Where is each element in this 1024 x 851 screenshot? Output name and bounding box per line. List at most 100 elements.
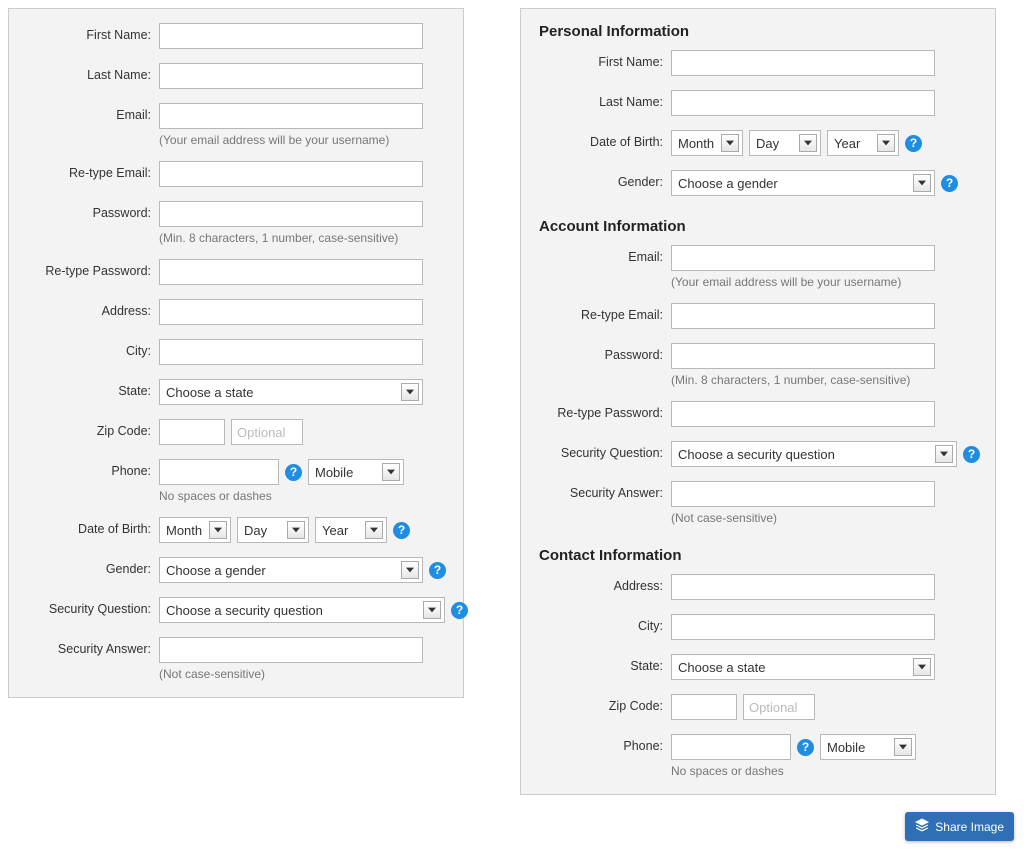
retype-email-input[interactable] (159, 161, 423, 187)
help-icon[interactable]: ? (285, 464, 302, 481)
state-label: State: (531, 654, 671, 673)
city-input[interactable] (671, 614, 935, 640)
help-icon[interactable]: ? (941, 175, 958, 192)
dob-day-value: Day (244, 523, 267, 538)
security-question-select[interactable]: Choose a security question (159, 597, 445, 623)
retype-password-input[interactable] (159, 259, 423, 285)
phone-type-select[interactable]: Mobile (820, 734, 916, 760)
city-input[interactable] (159, 339, 423, 365)
dob-year-value: Year (322, 523, 348, 538)
phone-input[interactable] (671, 734, 791, 760)
zip-input[interactable] (159, 419, 225, 445)
password-input[interactable] (159, 201, 423, 227)
chevron-down-icon (913, 658, 931, 676)
address-label: Address: (531, 574, 671, 593)
account-heading: Account Information (539, 218, 977, 235)
retype-email-input[interactable] (671, 303, 935, 329)
dob-month-value: Month (166, 523, 202, 538)
first-name-input[interactable] (671, 50, 935, 76)
dob-month-value: Month (678, 136, 714, 151)
retype-password-input[interactable] (671, 401, 935, 427)
password-input[interactable] (671, 343, 935, 369)
security-answer-helper: (Not case-sensitive) (671, 511, 777, 525)
state-select[interactable]: Choose a state (671, 654, 935, 680)
email-input[interactable] (159, 103, 423, 129)
retype-email-label: Re-type Email: (19, 161, 159, 180)
security-answer-input[interactable] (671, 481, 935, 507)
first-name-input[interactable] (159, 23, 423, 49)
address-input[interactable] (159, 299, 423, 325)
chevron-down-icon (401, 561, 419, 579)
state-select-value: Choose a state (678, 660, 765, 675)
dob-month-select[interactable]: Month (159, 517, 231, 543)
retype-password-label: Re-type Password: (531, 401, 671, 420)
phone-helper: No spaces or dashes (159, 489, 272, 503)
zip-optional-input[interactable] (231, 419, 303, 445)
dob-day-select[interactable]: Day (237, 517, 309, 543)
chevron-down-icon (382, 463, 400, 481)
dob-day-select[interactable]: Day (749, 130, 821, 156)
phone-helper: No spaces or dashes (671, 764, 784, 778)
security-answer-label: Security Answer: (531, 481, 671, 500)
phone-input[interactable] (159, 459, 279, 485)
gender-select[interactable]: Choose a gender (671, 170, 935, 196)
contact-heading: Contact Information (539, 547, 977, 564)
help-icon[interactable]: ? (393, 522, 410, 539)
zip-input[interactable] (671, 694, 737, 720)
last-name-label: Last Name: (531, 90, 671, 109)
gender-select-value: Choose a gender (678, 176, 778, 191)
zip-label: Zip Code: (531, 694, 671, 713)
dob-year-select[interactable]: Year (827, 130, 899, 156)
security-question-label: Security Question: (531, 441, 671, 460)
city-label: City: (531, 614, 671, 633)
state-label: State: (19, 379, 159, 398)
help-icon[interactable]: ? (451, 602, 468, 619)
password-helper: (Min. 8 characters, 1 number, case-sensi… (159, 231, 398, 245)
chevron-down-icon (287, 521, 305, 539)
chevron-down-icon (913, 174, 931, 192)
email-label: Email: (531, 245, 671, 264)
security-question-select[interactable]: Choose a security question (671, 441, 957, 467)
share-image-button[interactable]: Share Image (905, 812, 1014, 841)
help-icon[interactable]: ? (905, 135, 922, 152)
help-icon[interactable]: ? (429, 562, 446, 579)
email-helper: (Your email address will be your usernam… (671, 275, 901, 289)
phone-type-select[interactable]: Mobile (308, 459, 404, 485)
zip-label: Zip Code: (19, 419, 159, 438)
last-name-input[interactable] (671, 90, 935, 116)
help-icon[interactable]: ? (963, 446, 980, 463)
security-question-value: Choose a security question (678, 447, 835, 462)
password-label: Password: (531, 343, 671, 362)
dob-label: Date of Birth: (531, 130, 671, 149)
gender-label: Gender: (19, 557, 159, 576)
help-icon[interactable]: ? (797, 739, 814, 756)
address-input[interactable] (671, 574, 935, 600)
security-answer-input[interactable] (159, 637, 423, 663)
dob-label: Date of Birth: (19, 517, 159, 536)
gender-label: Gender: (531, 170, 671, 189)
password-helper: (Min. 8 characters, 1 number, case-sensi… (671, 373, 910, 387)
email-input[interactable] (671, 245, 935, 271)
page-container: First Name: Last Name: Email: (Your emai… (8, 8, 1016, 795)
security-question-value: Choose a security question (166, 603, 323, 618)
right-form-panel: Personal Information First Name: Last Na… (520, 8, 996, 795)
zip-optional-input[interactable] (743, 694, 815, 720)
first-name-label: First Name: (19, 23, 159, 42)
dob-month-select[interactable]: Month (671, 130, 743, 156)
gender-select[interactable]: Choose a gender (159, 557, 423, 583)
security-question-label: Security Question: (19, 597, 159, 616)
security-answer-helper: (Not case-sensitive) (159, 667, 265, 681)
chevron-down-icon (799, 134, 817, 152)
phone-label: Phone: (531, 734, 671, 753)
first-name-label: First Name: (531, 50, 671, 69)
layers-icon (915, 818, 929, 835)
last-name-input[interactable] (159, 63, 423, 89)
retype-password-label: Re-type Password: (19, 259, 159, 278)
city-label: City: (19, 339, 159, 358)
chevron-down-icon (423, 601, 441, 619)
phone-type-value: Mobile (827, 740, 865, 755)
state-select[interactable]: Choose a state (159, 379, 423, 405)
dob-day-value: Day (756, 136, 779, 151)
dob-year-select[interactable]: Year (315, 517, 387, 543)
phone-type-value: Mobile (315, 465, 353, 480)
